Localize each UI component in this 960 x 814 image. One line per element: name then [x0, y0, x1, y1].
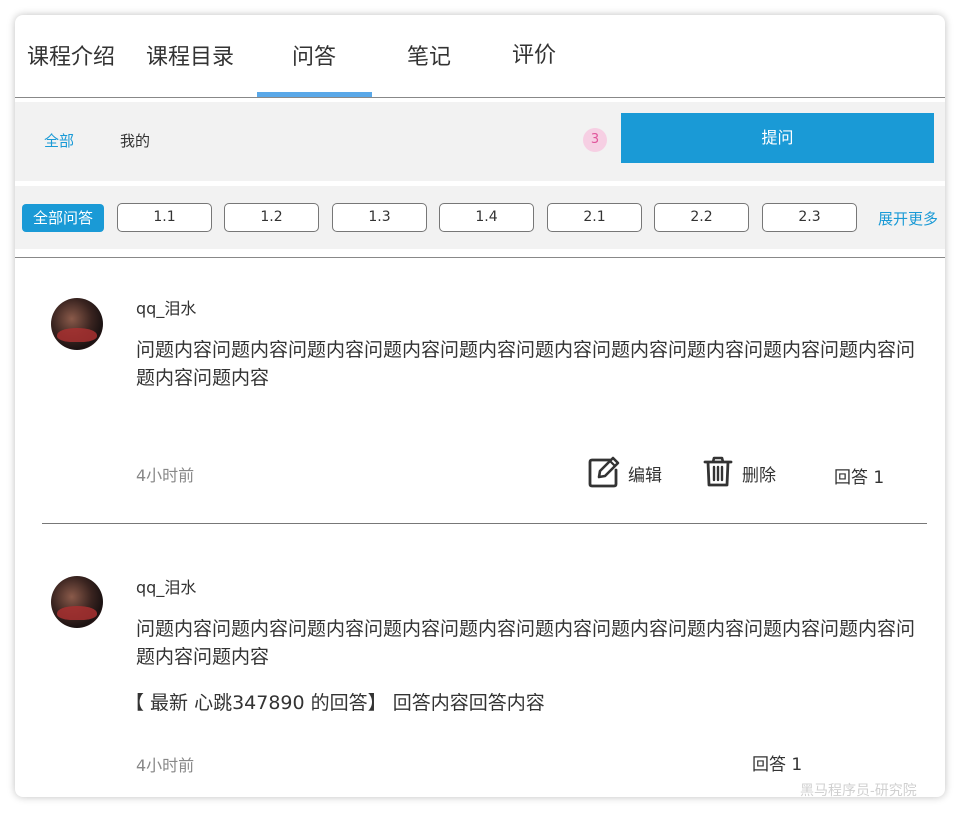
answer-count[interactable]: 回答 1 [752, 750, 802, 775]
avatar[interactable] [51, 298, 103, 350]
expand-more-link[interactable]: 展开更多 [878, 208, 938, 229]
delete-button[interactable]: 删除 [742, 461, 776, 486]
chapter-all-button[interactable]: 全部问答 [22, 204, 104, 232]
question-item: qq_泪水 问题内容问题内容问题内容问题内容问题内容问题内容问题内容问题内容问题… [15, 258, 945, 524]
edit-icon[interactable] [588, 456, 620, 488]
question-item: qq_泪水 问题内容问题内容问题内容问题内容问题内容问题内容问题内容问题内容问题… [15, 524, 945, 797]
ask-question-button[interactable]: 提问 [621, 113, 934, 163]
tab-reviews[interactable]: 评价 [512, 37, 556, 69]
chapter-chip[interactable]: 1.1 [117, 203, 212, 232]
filter-mine[interactable]: 我的 [120, 130, 150, 151]
chapter-filter-bar: 全部问答 1.1 1.2 1.3 1.4 2.1 2.2 2.3 展开更多 [15, 186, 945, 249]
trash-icon[interactable] [702, 455, 734, 487]
tab-bar: 课程介绍 课程目录 问答 笔记 评价 [15, 15, 945, 98]
username[interactable]: qq_泪水 [136, 574, 196, 598]
tab-notes[interactable]: 笔记 [407, 39, 451, 71]
chapter-chip[interactable]: 1.4 [439, 203, 534, 232]
question-time: 4小时前 [136, 466, 195, 485]
answer-count[interactable]: 回答 1 [834, 463, 884, 488]
qa-panel: 课程介绍 课程目录 问答 笔记 评价 全部 我的 3 提问 全部问答 1.1 1… [15, 15, 945, 797]
count-badge: 3 [583, 128, 607, 152]
tab-qa[interactable]: 问答 [292, 39, 336, 71]
latest-answer[interactable]: 【 最新 心跳347890 的回答】 回答内容回答内容 [125, 688, 545, 715]
avatar[interactable] [51, 576, 103, 628]
chapter-chip[interactable]: 2.3 [762, 203, 857, 232]
chapter-chip[interactable]: 2.1 [547, 203, 642, 232]
question-content[interactable]: 问题内容问题内容问题内容问题内容问题内容问题内容问题内容问题内容问题内容问题内容… [136, 336, 931, 392]
chapter-chip[interactable]: 1.3 [332, 203, 427, 232]
watermark: 黑马程序员-研究院 [800, 783, 917, 799]
chapter-chip[interactable]: 1.2 [224, 203, 319, 232]
chapter-chip[interactable]: 2.2 [654, 203, 749, 232]
username[interactable]: qq_泪水 [136, 295, 196, 319]
question-content[interactable]: 问题内容问题内容问题内容问题内容问题内容问题内容问题内容问题内容问题内容问题内容… [136, 615, 931, 671]
filter-bar: 全部 我的 3 提问 [15, 102, 945, 181]
edit-button[interactable]: 编辑 [628, 461, 662, 486]
tab-course-catalog[interactable]: 课程目录 [146, 39, 234, 71]
question-time: 4小时前 [136, 756, 195, 775]
tab-course-intro[interactable]: 课程介绍 [27, 39, 115, 71]
active-tab-indicator [257, 92, 372, 97]
filter-all[interactable]: 全部 [44, 130, 74, 151]
